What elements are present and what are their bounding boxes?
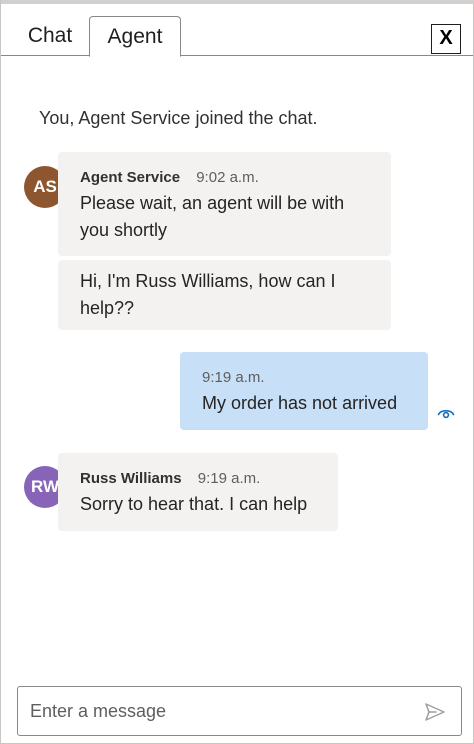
- send-icon[interactable]: [423, 700, 447, 724]
- message-text: Hi, I'm Russ Williams, how can I help??: [80, 271, 336, 318]
- close-button[interactable]: X: [431, 24, 461, 54]
- message-bubble-user: 9:19 a.m. My order has not arrived: [180, 352, 428, 430]
- message-time: 9:02 a.m.: [196, 169, 259, 186]
- sender-name: Russ Williams: [80, 470, 182, 487]
- read-eye-icon: [437, 409, 455, 419]
- message-bubble-agent-1: Agent Service 9:02 a.m. Please wait, an …: [58, 152, 391, 256]
- message-bubble-agent-2: Hi, I'm Russ Williams, how can I help??: [58, 260, 391, 330]
- message-meta: Agent Service 9:02 a.m.: [80, 168, 369, 188]
- tab-bar: Chat Agent X: [1, 4, 473, 57]
- message-time: 9:19 a.m.: [202, 369, 265, 386]
- message-time: 9:19 a.m.: [197, 470, 261, 487]
- tab-chat[interactable]: Chat: [11, 16, 89, 56]
- message-composer: [17, 686, 462, 736]
- message-bubble-agent-3: Russ Williams 9:19 a.m. Sorry to hear th…: [58, 453, 338, 531]
- message-meta: Russ Williams 9:19 a.m.: [80, 469, 316, 489]
- message-input[interactable]: [30, 698, 410, 724]
- system-message: You, Agent Service joined the chat.: [39, 108, 318, 128]
- sender-name: Agent Service: [80, 169, 181, 186]
- message-text: Sorry to hear that. I can help: [80, 494, 308, 514]
- message-text: Please wait, an agent will be with you s…: [80, 193, 345, 240]
- message-text: My order has not arrived: [202, 393, 398, 413]
- tab-agent[interactable]: Agent: [89, 16, 181, 57]
- message-meta: 9:19 a.m.: [202, 368, 406, 388]
- chat-window: Chat Agent X You, Agent Service joined t…: [0, 0, 474, 744]
